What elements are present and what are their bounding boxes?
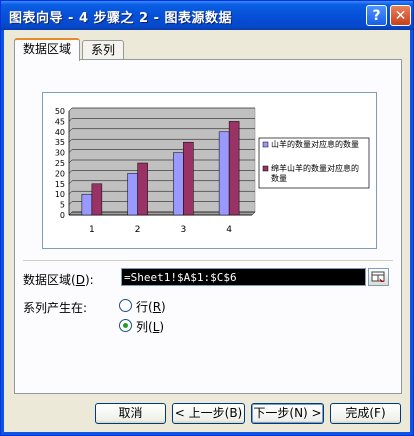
y-tick-label: 30 [55, 149, 65, 158]
y-tick-label: 45 [55, 117, 65, 126]
radio-columns-button[interactable] [119, 319, 132, 332]
help-button[interactable]: ? [366, 5, 387, 26]
tab-panel: 0 5 10 15 20 25 30 35 40 45 50 1 2 3 4 山羊的数量对应息的数量 绵羊山羊的… [14, 59, 402, 394]
radio-rows-text: 行 [136, 300, 149, 314]
radio-rows-button[interactable] [119, 299, 132, 312]
range-label-text: 数据区域 [23, 273, 72, 287]
chart-preview: 0 5 10 15 20 25 30 35 40 45 50 1 2 3 4 山羊的数量对应息的数量 绵羊山羊的… [42, 92, 377, 249]
x-tick-label: 3 [181, 225, 187, 235]
bar [218, 131, 230, 216]
radio-rows[interactable]: 行(R) [119, 298, 179, 314]
legend-label: 山羊的数量对应息的数量 [271, 139, 359, 149]
dialog-title: 图表向导 - 4 步骤之 2 - 图表源数据 [9, 11, 233, 26]
next-button[interactable]: 下一步(N) > [251, 403, 324, 424]
dialog-body: 数据区域 系列 0 5 10 15 20 25 30 35 40 45 50 1 2 3 4 山羊的数量对应息… [4, 30, 410, 432]
radio-columns-text: 列 [136, 320, 149, 334]
y-tick-label: 20 [55, 169, 65, 178]
y-tick-label: 50 [55, 107, 65, 116]
radio-columns-key: L [152, 320, 160, 334]
close-button[interactable]: ✕ [390, 5, 411, 26]
bar [91, 183, 103, 216]
legend-swatch [262, 141, 269, 148]
radio-rows-label: 行(R) [136, 300, 166, 314]
bar [183, 141, 194, 216]
y-tick-label: 0 [60, 211, 65, 220]
back-button[interactable]: < 上一步(B) [172, 403, 245, 424]
radio-selected-dot [123, 323, 128, 328]
chart-wizard-dialog: 图表向导 - 4 步骤之 2 - 图表源数据 ? ✕ 数据区域 系列 0 5 10 1… [0, 0, 414, 436]
y-tick-label: 25 [55, 159, 65, 168]
tab-data-range[interactable]: 数据区域 [14, 38, 81, 61]
legend-swatch [262, 165, 269, 172]
bar [81, 193, 93, 216]
range-input[interactable]: =Sheet1!$A$1:$C$6 [121, 268, 366, 286]
bar [228, 121, 240, 216]
radio-rows-key: R [152, 300, 162, 314]
collapse-dialog-icon [371, 271, 385, 284]
bar [127, 173, 138, 216]
bar [137, 162, 148, 216]
radio-columns-label: 列(L) [136, 320, 165, 334]
series-in-label: 系列产生在: [23, 301, 88, 315]
chart-svg: 051015202530354045501 2 3 4山羊的数量对应息的数量绵羊山羊的… [55, 107, 370, 235]
bar [173, 152, 184, 216]
x-tick-label: 1 [89, 225, 95, 235]
y-tick-label: 15 [55, 180, 65, 189]
range-label-key: D [75, 273, 85, 287]
title-bar[interactable]: 图表向导 - 4 步骤之 2 - 图表源数据 ? ✕ [1, 1, 413, 30]
x-tick-label: 4 [226, 225, 232, 235]
separator [23, 260, 393, 261]
cancel-button[interactable]: 取消 [95, 403, 166, 424]
x-tick-label: 2 [135, 225, 141, 235]
y-tick-label: 10 [55, 190, 65, 199]
range-label-colon: : [89, 273, 94, 287]
range-label: 数据区域(D): [23, 273, 94, 287]
y-tick-label: 40 [55, 128, 65, 137]
y-tick-label: 35 [55, 138, 65, 147]
tab-series[interactable]: 系列 [82, 40, 125, 59]
finish-button[interactable]: 完成(F) [330, 403, 401, 424]
y-tick-label: 5 [60, 201, 65, 210]
collapse-dialog-button[interactable] [368, 268, 389, 286]
radio-columns[interactable]: 列(L) [119, 318, 179, 334]
